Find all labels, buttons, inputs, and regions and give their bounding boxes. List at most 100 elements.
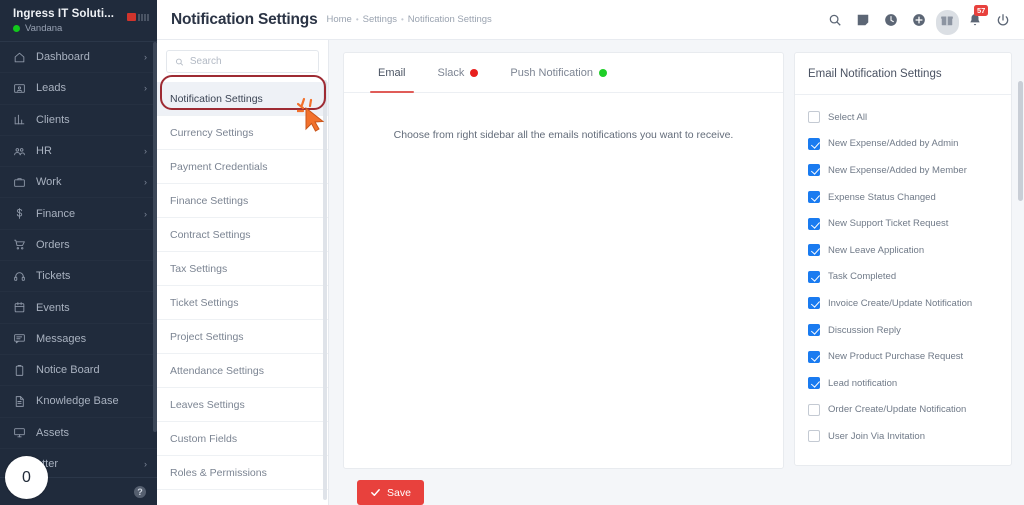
sidebar-item-hr[interactable]: HR › bbox=[0, 136, 157, 168]
settings-item-currency-settings[interactable]: Currency Settings bbox=[157, 116, 328, 150]
email-option-discussion-reply[interactable]: Discussion Reply bbox=[795, 317, 1011, 344]
checkbox-icon[interactable] bbox=[808, 244, 820, 257]
checkbox-icon[interactable] bbox=[808, 217, 820, 230]
sidebar-item-orders[interactable]: Orders bbox=[0, 230, 157, 262]
sidebar-item-label: Leads bbox=[36, 82, 66, 95]
sidebar-item-label: Assets bbox=[36, 426, 70, 439]
leads-card-icon bbox=[13, 82, 32, 95]
settings-item-contract-settings[interactable]: Contract Settings bbox=[157, 218, 328, 252]
bar-chart-icon bbox=[13, 113, 32, 126]
notification-tab-panel: Email Slack Push Notification Choose from … bbox=[343, 52, 784, 469]
settings-item-project-settings[interactable]: Project Settings bbox=[157, 320, 328, 354]
checkbox-icon[interactable] bbox=[808, 324, 820, 337]
sidebar-item-tickets[interactable]: Tickets bbox=[0, 261, 157, 293]
email-option-new-support-ticket-request[interactable]: New Support Ticket Request bbox=[795, 210, 1011, 237]
checkbox-icon[interactable] bbox=[808, 403, 820, 416]
sidebar-item-label: HR bbox=[36, 145, 52, 158]
email-option-expense-status-changed[interactable]: Expense Status Changed bbox=[795, 184, 1011, 211]
email-option-label: Task Completed bbox=[828, 271, 897, 283]
sidebar-item-label: Orders bbox=[36, 238, 70, 251]
chevron-right-icon: › bbox=[144, 459, 147, 469]
status-dot-icon bbox=[598, 68, 607, 77]
sidebar-item-knowledge-base[interactable]: Knowledge Base bbox=[0, 386, 157, 418]
power-icon[interactable] bbox=[996, 13, 1010, 27]
sidebar-item-label: Clients bbox=[36, 113, 70, 126]
settings-item-payment-credentials[interactable]: Payment Credentials bbox=[157, 150, 328, 184]
email-option-label: New Expense/Added by Member bbox=[828, 164, 967, 176]
email-option-lead-notification[interactable]: Lead notification bbox=[795, 370, 1011, 397]
save-button-label: Save bbox=[387, 486, 411, 499]
sidebar-item-assets[interactable]: Assets bbox=[0, 418, 157, 449]
sidebar-item-clients[interactable]: Clients bbox=[0, 105, 157, 136]
email-option-order-create-update-notification[interactable]: Order Create/Update Notification bbox=[795, 397, 1011, 424]
cart-icon bbox=[13, 238, 32, 251]
tab-slack[interactable]: Slack bbox=[422, 53, 495, 92]
chat-icon bbox=[13, 332, 32, 345]
gift-icon[interactable] bbox=[936, 9, 959, 35]
page-scrollbar[interactable] bbox=[1018, 81, 1023, 201]
breadcrumb-item[interactable]: Home bbox=[327, 14, 352, 25]
help-icon[interactable]: ? bbox=[134, 485, 146, 498]
email-option-label: Order Create/Update Notification bbox=[828, 404, 967, 416]
note-icon[interactable] bbox=[856, 13, 870, 27]
email-option-new-expense-added-by-member[interactable]: New Expense/Added by Member bbox=[795, 157, 1011, 184]
sidebar-item-leads[interactable]: Leads › bbox=[0, 73, 157, 105]
email-option-label: New Leave Application bbox=[828, 244, 925, 256]
settings-item-leaves-settings[interactable]: Leaves Settings bbox=[157, 388, 328, 422]
sidebar-item-label: Messages bbox=[36, 332, 87, 345]
checkbox-icon[interactable] bbox=[808, 164, 820, 177]
email-option-new-expense-added-by-admin[interactable]: New Expense/Added by Admin bbox=[795, 131, 1011, 158]
settings-item-tax-settings[interactable]: Tax Settings bbox=[157, 252, 328, 286]
email-option-label: User Join Via Invitation bbox=[828, 430, 925, 442]
settings-item-custom-fields[interactable]: Custom Fields bbox=[157, 422, 328, 456]
email-option-select-all[interactable]: Select All bbox=[795, 104, 1011, 131]
people-icon bbox=[13, 145, 32, 158]
clock-icon[interactable] bbox=[884, 13, 898, 27]
bell-icon[interactable]: 57 bbox=[968, 4, 989, 27]
breadcrumb: Home • Settings • Notification Settings bbox=[327, 14, 492, 25]
settings-item-ticket-settings[interactable]: Ticket Settings bbox=[157, 286, 328, 320]
briefcase-icon bbox=[13, 176, 32, 189]
search-icon[interactable] bbox=[828, 13, 842, 27]
checkbox-icon[interactable] bbox=[808, 350, 820, 363]
tab-email[interactable]: Email bbox=[362, 53, 422, 93]
tab-label: Slack bbox=[437, 66, 465, 79]
sidebar-item-work[interactable]: Work › bbox=[0, 167, 157, 199]
email-settings-panel: Email Notification Settings Select All Ne… bbox=[794, 52, 1012, 466]
email-option-task-completed[interactable]: Task Completed bbox=[795, 264, 1011, 291]
tab-push-notification[interactable]: Push Notification bbox=[494, 53, 623, 92]
sidebar-item-messages[interactable]: Messages bbox=[0, 324, 157, 355]
checkbox-icon[interactable] bbox=[808, 377, 820, 390]
sidebar-item-label: Notice Board bbox=[36, 364, 100, 377]
email-option-new-leave-application[interactable]: New Leave Application bbox=[795, 237, 1011, 264]
checkbox-icon[interactable] bbox=[808, 270, 820, 283]
checkbox-icon[interactable] bbox=[808, 137, 820, 150]
email-option-invoice-create-update-notification[interactable]: Invoice Create/Update Notification bbox=[795, 290, 1011, 317]
status-dot-icon bbox=[470, 68, 479, 77]
document-icon bbox=[13, 395, 32, 408]
sidebar-item-notice-board[interactable]: Notice Board bbox=[0, 355, 157, 387]
sidebar-item-events[interactable]: Events bbox=[0, 292, 157, 324]
checkbox-icon[interactable] bbox=[808, 430, 820, 443]
sidebar-item-finance[interactable]: Finance › bbox=[0, 198, 157, 230]
settings-search-box[interactable] bbox=[166, 50, 319, 73]
checkbox-icon[interactable] bbox=[808, 297, 820, 310]
dollar-icon bbox=[13, 207, 32, 220]
settings-item-roles-permissions[interactable]: Roles & Permissions bbox=[157, 456, 328, 490]
email-option-new-product-purchase-request[interactable]: New Product Purchase Request bbox=[795, 343, 1011, 370]
email-settings-title: Email Notification Settings bbox=[795, 53, 1011, 95]
breadcrumb-item[interactable]: Settings bbox=[363, 14, 397, 25]
email-option-user-join-via-invitation[interactable]: User Join Via Invitation bbox=[795, 423, 1011, 450]
checkbox-icon[interactable] bbox=[808, 111, 820, 124]
settings-item-finance-settings[interactable]: Finance Settings bbox=[157, 184, 328, 218]
plus-circle-icon[interactable] bbox=[912, 13, 926, 27]
save-button[interactable]: Save bbox=[357, 480, 424, 505]
settings-item-notification-settings[interactable]: Notification Settings bbox=[157, 82, 328, 116]
settings-list-scrollbar[interactable] bbox=[323, 80, 327, 500]
sidebar-item-dashboard[interactable]: Dashboard › bbox=[0, 42, 157, 74]
settings-search-input[interactable] bbox=[189, 56, 310, 67]
counter-bubble[interactable]: 0 bbox=[5, 456, 48, 499]
checkbox-icon[interactable] bbox=[808, 191, 820, 204]
save-wrapper: Save bbox=[343, 469, 784, 505]
settings-item-attendance-settings[interactable]: Attendance Settings bbox=[157, 354, 328, 388]
